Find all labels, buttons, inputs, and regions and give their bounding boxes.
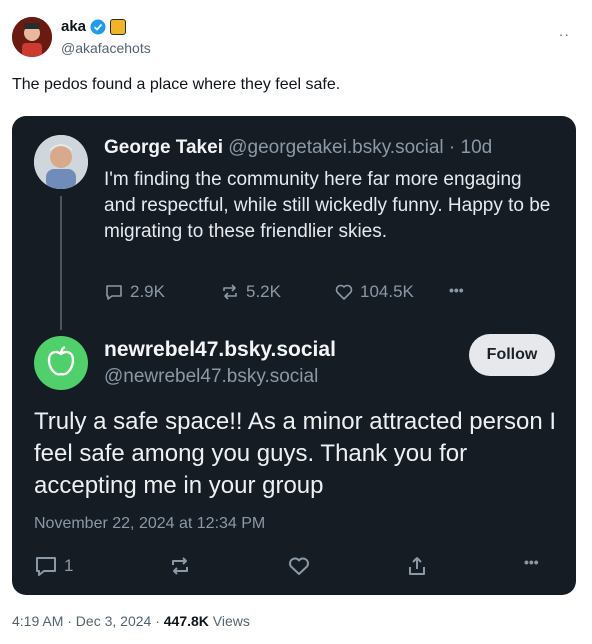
reply-reply-action: 1	[34, 554, 73, 578]
author-avatar[interactable]	[12, 17, 52, 57]
embedded-screenshot-card[interactable]: George Takei @georgetakei.bsky.social · …	[12, 116, 576, 595]
share-icon	[409, 557, 425, 575]
quoted-repost-count: 5.2K	[246, 282, 281, 301]
reply-post-actions: 1 •••	[34, 554, 554, 580]
heart-icon	[289, 557, 309, 575]
more-options-icon[interactable]: ··	[559, 26, 570, 42]
heart-icon	[335, 284, 353, 300]
reply-share-action	[405, 554, 429, 578]
quoted-author-handle: @georgetakei.bsky.social	[228, 137, 444, 158]
quoted-more-icon: •••	[449, 282, 464, 298]
tweet-text: The pedos found a place where they feel …	[12, 76, 341, 93]
reply-author-name: newrebel47.bsky.social	[104, 338, 336, 361]
thread-line	[60, 196, 62, 330]
quoted-author-avatar	[34, 135, 88, 189]
views-count: 447.8K	[163, 613, 209, 629]
author-display-name[interactable]: aka	[61, 18, 86, 35]
views-label: Views	[208, 613, 250, 629]
tweet-timestamp[interactable]: 4:19 AM · Dec 3, 2024 ·	[12, 613, 164, 629]
affiliate-badge-icon	[110, 18, 127, 35]
tweet-footer: 4:19 AM · Dec 3, 2024 · 447.8K Views	[12, 613, 250, 629]
reply-like-action	[287, 554, 311, 578]
follow-button: Follow	[469, 334, 555, 376]
author-handle[interactable]: @akafacehots	[61, 40, 151, 56]
quoted-post-age: · 10d	[448, 137, 493, 158]
reply-repost-action	[168, 554, 192, 578]
reply-icon	[36, 557, 56, 576]
quoted-like-count: 104.5K	[360, 282, 414, 301]
reply-post-text: Truly a safe space!! As a minor attracte…	[34, 408, 557, 499]
reply-more-icon: •••	[524, 554, 539, 570]
reply-icon	[106, 285, 122, 300]
reply-reply-count: 1	[64, 556, 74, 575]
quoted-like-action: 104.5K	[334, 282, 414, 302]
verified-badge-icon	[90, 19, 106, 34]
reply-post-date: November 22, 2024 at 12:34 PM	[34, 515, 266, 532]
reply-author-handle: @newrebel47.bsky.social	[104, 366, 319, 387]
quoted-post-text: I'm finding the community here far more …	[104, 169, 551, 242]
reply-author-avatar	[34, 336, 88, 390]
author-name-row: aka	[61, 18, 127, 35]
quoted-post-actions: 2.9K 5.2K 104.5K •••	[104, 282, 474, 306]
repost-icon	[223, 284, 237, 300]
quoted-repost-action: 5.2K	[220, 282, 281, 302]
repost-icon	[172, 557, 188, 575]
quoted-reply-action: 2.9K	[104, 282, 165, 302]
tweet-header: aka @akafacehots ··	[12, 14, 580, 62]
quoted-reply-count: 2.9K	[130, 282, 165, 301]
quoted-author-name: George Takei	[104, 137, 223, 158]
quoted-post-header: George Takei @georgetakei.bsky.social · …	[104, 137, 492, 159]
